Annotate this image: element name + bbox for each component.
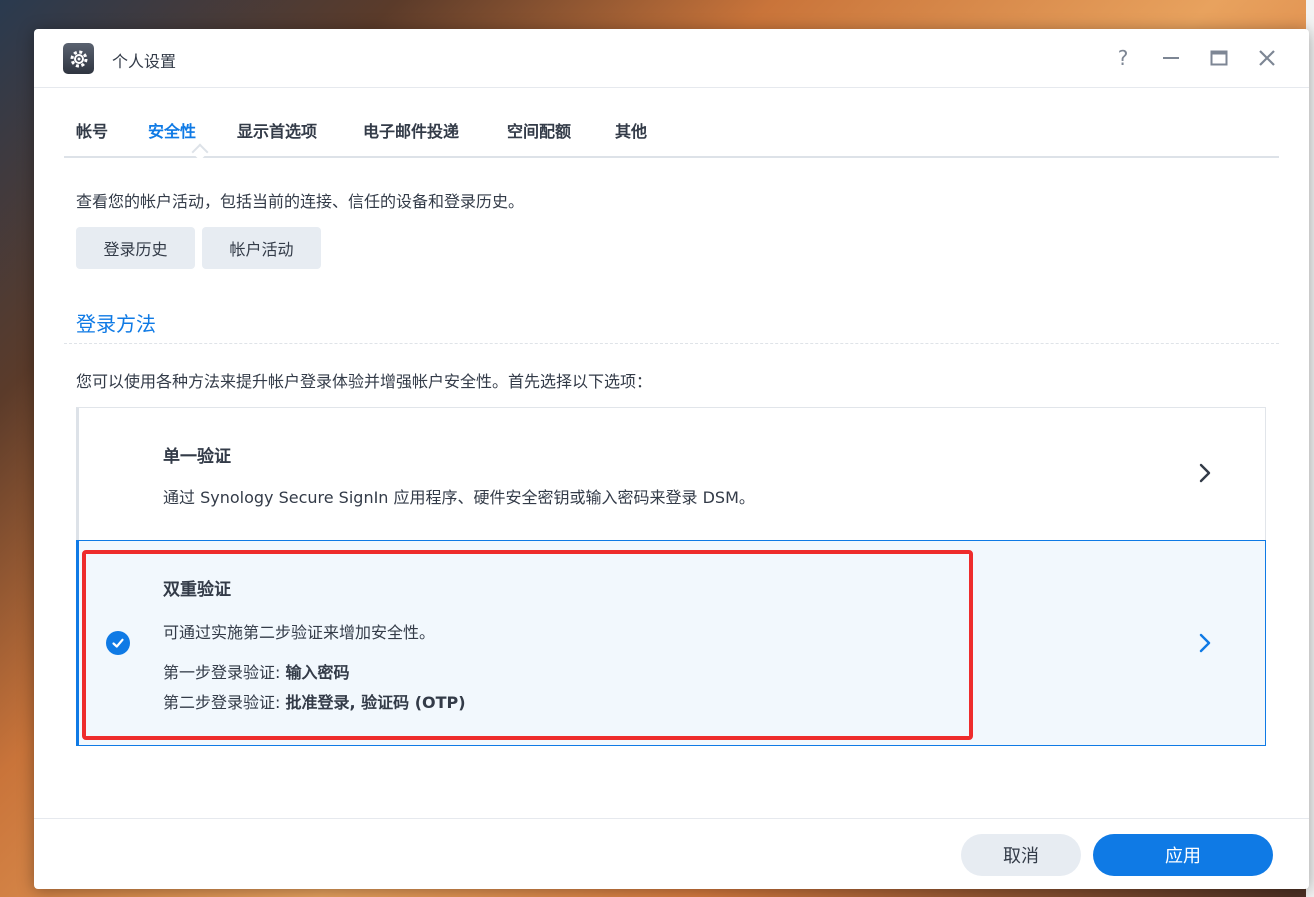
close-button[interactable] xyxy=(1253,44,1281,72)
second-step-line: 第二步登录验证: 批准登录, 验证码 (OTP) xyxy=(163,689,466,713)
maximize-button[interactable] xyxy=(1205,44,1233,72)
login-method-heading: 登录方法 xyxy=(76,312,156,336)
cancel-button[interactable]: 取消 xyxy=(961,834,1081,876)
two-factor-description: 可通过实施第二步验证来增加安全性。 xyxy=(163,623,436,642)
selected-check-icon xyxy=(106,631,130,655)
single-factor-option[interactable]: 单一验证 通过 Synology Secure SignIn 应用程序、硬件安全… xyxy=(76,407,1266,541)
help-icon: ? xyxy=(1117,46,1129,70)
first-step-line: 第一步登录验证: 输入密码 xyxy=(163,659,350,683)
tab-security[interactable]: 安全性 xyxy=(148,118,196,142)
tab-email-delivery[interactable]: 电子邮件投递 xyxy=(363,118,459,142)
tab-account[interactable]: 帐号 xyxy=(76,118,108,142)
two-factor-option[interactable]: 双重验证 可通过实施第二步验证来增加安全性。 第一步登录验证: 输入密码 第二步… xyxy=(76,540,1266,746)
single-factor-title: 单一验证 xyxy=(163,447,231,467)
login-method-description: 您可以使用各种方法来提升帐户登录体验并增强帐户安全性。首先选择以下选项： xyxy=(76,372,653,391)
activity-description: 查看您的帐户活动，包括当前的连接、信任的设备和登录历史。 xyxy=(76,192,525,211)
account-activity-button[interactable]: 帐户活动 xyxy=(202,227,321,269)
second-step-value: 批准登录, 验证码 (OTP) xyxy=(285,693,466,712)
login-history-button[interactable]: 登录历史 xyxy=(76,227,195,269)
close-icon xyxy=(1259,50,1275,66)
title-bar: 个人设置 ? xyxy=(34,29,1309,88)
tab-others[interactable]: 其他 xyxy=(615,118,647,142)
chevron-right-icon xyxy=(1199,463,1211,483)
tab-display-preferences[interactable]: 显示首选项 xyxy=(237,118,317,142)
settings-gear-icon xyxy=(63,43,94,74)
second-step-label: 第二步登录验证: xyxy=(163,693,286,712)
two-factor-title: 双重验证 xyxy=(163,580,231,600)
first-step-value: 输入密码 xyxy=(285,663,350,682)
single-factor-description: 通过 Synology Secure SignIn 应用程序、硬件安全密钥或输入… xyxy=(163,488,755,507)
window-title: 个人设置 xyxy=(112,52,177,71)
active-tab-indicator xyxy=(191,143,209,161)
minimize-button[interactable] xyxy=(1157,44,1185,72)
first-step-label: 第一步登录验证: xyxy=(163,663,286,682)
maximize-icon xyxy=(1210,50,1228,66)
settings-tab-bar: 帐号 安全性 显示首选项 电子邮件投递 空间配额 其他 xyxy=(64,88,1279,161)
personal-settings-window: 个人设置 ? 帐号 安全性 显示首选项 电子邮件投递 空间配额 其他 查看您的帐… xyxy=(34,29,1309,889)
chevron-right-icon xyxy=(1199,633,1211,653)
dialog-footer: 取消 应用 xyxy=(34,818,1309,889)
apply-button[interactable]: 应用 xyxy=(1093,834,1273,876)
section-divider xyxy=(64,343,1279,344)
help-button[interactable]: ? xyxy=(1109,44,1137,72)
tab-quota[interactable]: 空间配额 xyxy=(507,118,571,142)
minimize-icon xyxy=(1163,57,1179,59)
